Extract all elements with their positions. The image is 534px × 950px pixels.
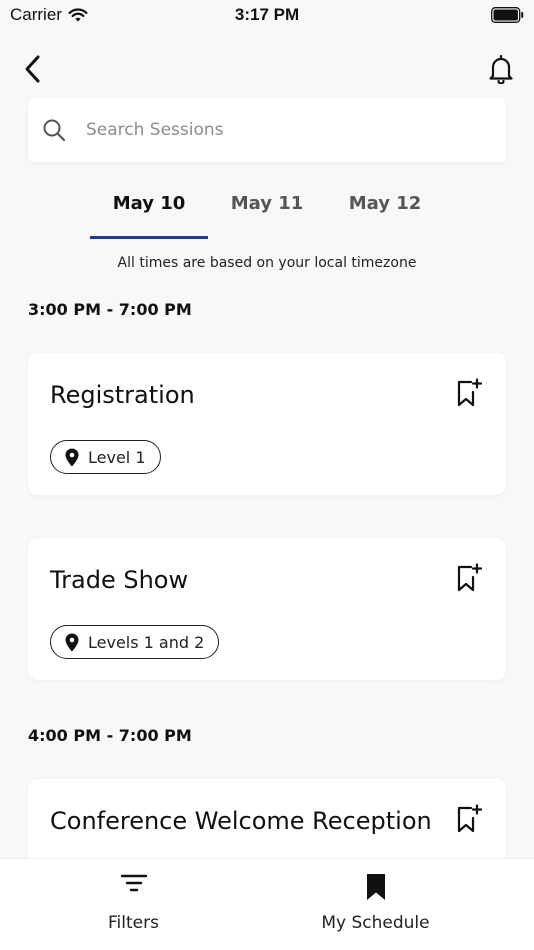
add-to-schedule-button[interactable] — [454, 803, 484, 835]
bookmark-add-icon — [457, 378, 482, 407]
back-button[interactable] — [18, 52, 48, 86]
add-to-schedule-button[interactable] — [454, 562, 484, 594]
location-label: Level 1 — [88, 447, 146, 467]
bell-icon — [489, 54, 513, 84]
search-bar[interactable] — [28, 98, 506, 162]
bookmark-add-icon — [457, 804, 482, 833]
status-bar: Carrier 3:17 PM — [0, 0, 534, 32]
location-tag[interactable]: Levels 1 and 2 — [50, 625, 220, 659]
search-icon — [43, 119, 66, 142]
time-slot-header: 4:00 PM - 7:00 PM — [28, 726, 192, 745]
top-bar — [0, 48, 534, 92]
session-card[interactable]: Registration Level 1 — [28, 353, 506, 495]
chevron-left-icon — [25, 55, 40, 83]
status-time: 3:17 PM — [234, 5, 300, 24]
filters-tab[interactable]: Filters — [0, 859, 267, 950]
location-pin-icon — [65, 448, 79, 466]
search-input[interactable] — [86, 120, 466, 140]
location-pin-icon — [65, 633, 79, 651]
tab-may-11[interactable]: May 11 — [208, 180, 326, 240]
timezone-note: All times are based on your local timezo… — [117, 255, 417, 271]
battery-icon — [491, 7, 524, 23]
bookmark-filled-icon — [366, 874, 385, 900]
location-tag[interactable]: Level 1 — [50, 440, 161, 474]
filters-label: Filters — [108, 913, 159, 933]
add-to-schedule-button[interactable] — [454, 377, 484, 409]
session-title: Registration — [50, 381, 195, 409]
time-slot-header: 3:00 PM - 7:00 PM — [28, 300, 192, 319]
session-title: Trade Show — [50, 566, 189, 594]
location-label: Levels 1 and 2 — [88, 632, 205, 652]
filter-icon — [120, 874, 147, 892]
bookmark-add-icon — [457, 563, 482, 592]
my-schedule-label: My Schedule — [321, 913, 430, 933]
session-card[interactable]: Trade Show Levels 1 and 2 — [28, 538, 506, 680]
date-tabs: May 10 May 11 May 12 — [90, 180, 444, 240]
bottom-nav: Filters My Schedule — [0, 858, 534, 950]
tab-may-12[interactable]: May 12 — [326, 180, 444, 240]
tab-may-10[interactable]: May 10 — [90, 180, 208, 240]
my-schedule-tab[interactable]: My Schedule — [242, 859, 509, 950]
session-title: Conference Welcome Reception — [50, 807, 432, 835]
notifications-button[interactable] — [486, 52, 516, 86]
